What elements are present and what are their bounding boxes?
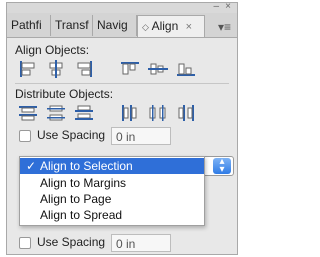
tab-label: Navig — [97, 18, 128, 32]
menu-item-align-to-margins[interactable]: Align to Margins — [20, 175, 204, 191]
align-right-icon — [77, 61, 92, 77]
distribute-objects-label: Distribute Objects: — [15, 87, 114, 101]
panel-menu-icon[interactable]: ▾≡ — [218, 20, 231, 34]
distribute-left-icon — [122, 105, 137, 121]
distribute-top-edges-button[interactable] — [17, 103, 39, 123]
distribute-vcenter-icon — [47, 105, 65, 121]
menu-item-align-to-spread[interactable]: Align to Spread — [20, 207, 204, 223]
distribute-bottom-edges-button[interactable] — [73, 103, 95, 123]
spacing-input-2[interactable]: 0 in — [111, 234, 171, 252]
select-arrows-icon[interactable]: ▴ ▾ — [213, 157, 231, 175]
distribute-horizontal-centers-button[interactable] — [147, 103, 169, 123]
distribute-right-edges-button[interactable] — [175, 103, 197, 123]
menu-item-label: Align to Spread — [40, 208, 123, 222]
align-vertical-centers-button[interactable] — [147, 59, 169, 79]
menu-item-align-to-selection[interactable]: ✓ Align to Selection — [20, 158, 204, 174]
distribute-vertical-centers-button[interactable] — [45, 103, 67, 123]
distribute-hcenter-icon — [149, 105, 166, 121]
tab-align[interactable]: ◇ Align × — [137, 15, 205, 37]
tab-pathfinder[interactable]: Pathfi — [7, 15, 51, 36]
align-left-icon — [20, 61, 35, 77]
align-objects-label: Align Objects: — [15, 43, 90, 57]
distribute-top-icon — [19, 106, 37, 121]
tab-bar: Pathfi Transf Navig ◇ Align × ▾≡ — [7, 13, 237, 38]
menu-item-label: Align to Selection — [40, 159, 133, 173]
use-spacing-label-2: Use Spacing — [37, 235, 106, 249]
align-panel: – × Pathfi Transf Navig ◇ Align × ▾≡ Ali… — [6, 1, 238, 255]
diamond-icon: ◇ — [142, 22, 149, 32]
close-panel-button[interactable]: × — [225, 1, 231, 12]
distribute-left-edges-button[interactable] — [119, 103, 141, 123]
divider — [15, 83, 229, 84]
align-top-edges-button[interactable] — [119, 59, 141, 79]
align-vcenter-icon — [148, 63, 168, 75]
use-spacing-checkbox[interactable] — [19, 130, 31, 142]
distribute-right-icon — [178, 105, 194, 121]
align-left-edges-button[interactable] — [17, 59, 39, 79]
menu-item-label: Align to Margins — [40, 176, 127, 190]
use-spacing-checkbox-2[interactable] — [19, 237, 31, 249]
menu-item-label: Align to Page — [40, 192, 112, 206]
align-right-edges-button[interactable] — [73, 59, 95, 79]
align-horizontal-centers-button[interactable] — [45, 59, 67, 79]
checkmark-icon: ✓ — [26, 159, 37, 173]
tab-navigator[interactable]: Navig — [93, 15, 137, 36]
use-spacing-label: Use Spacing — [37, 128, 106, 142]
spacing-input[interactable]: 0 in — [111, 127, 171, 145]
close-tab-icon[interactable]: × — [186, 21, 192, 33]
collapse-button[interactable]: – — [213, 1, 219, 12]
tab-label: Pathfi — [11, 18, 42, 32]
menu-item-align-to-page[interactable]: Align to Page — [20, 191, 204, 207]
tab-transform[interactable]: Transf — [51, 15, 93, 36]
tab-label: Align — [151, 19, 179, 33]
align-bottom-edges-button[interactable] — [175, 59, 197, 79]
align-to-dropdown-menu: ✓ Align to Selection Align to Margins Al… — [19, 156, 205, 226]
align-bottom-icon — [177, 63, 195, 76]
align-hcenter-icon — [49, 60, 63, 78]
tab-label: Transf — [55, 18, 89, 32]
align-top-icon — [121, 62, 139, 75]
distribute-bottom-icon — [75, 105, 93, 120]
